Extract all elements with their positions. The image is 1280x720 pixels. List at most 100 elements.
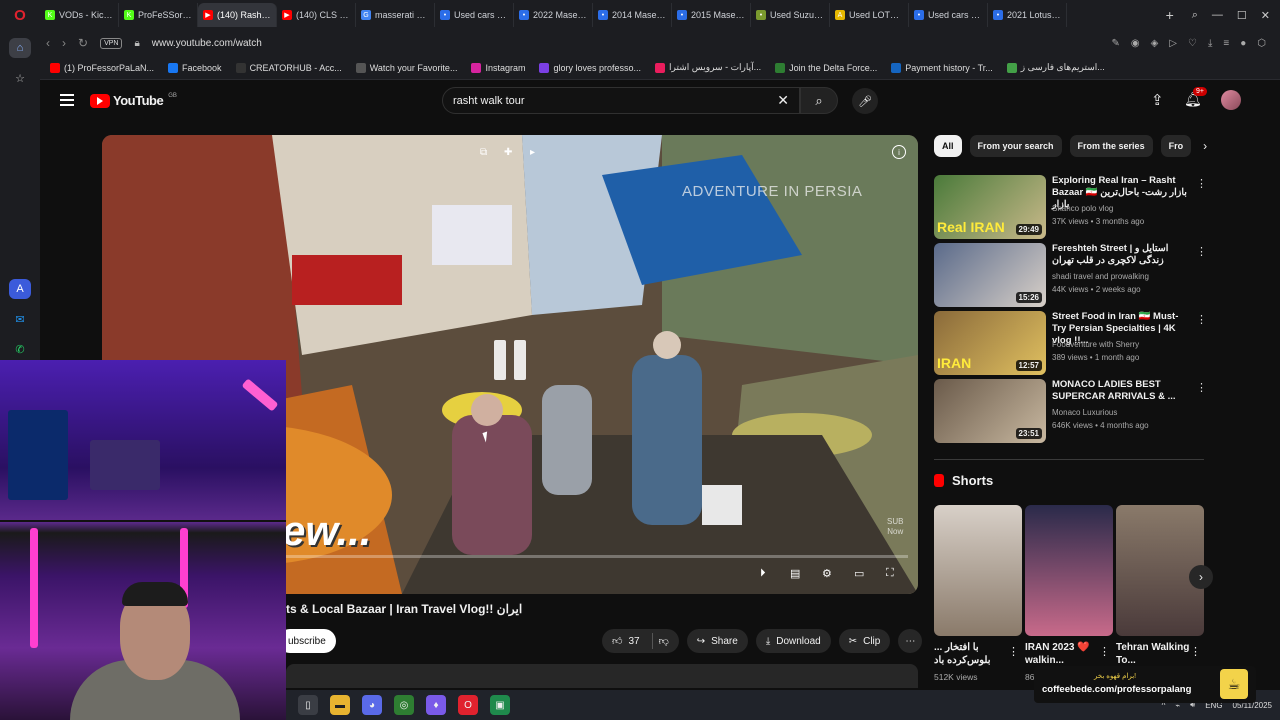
more-actions-button[interactable]: ⋯ [898, 629, 923, 653]
edit-icon[interactable]: ✎ [1111, 38, 1119, 49]
create-upload-icon[interactable]: ⇪ [1151, 91, 1164, 109]
search-box[interactable]: rasht walk tour ✕ [442, 87, 800, 114]
browser-tab[interactable]: • Used cars for sal [909, 3, 988, 27]
bookmark-item[interactable]: glory loves professo... [539, 62, 641, 73]
folder-icon[interactable]: ▬ [330, 695, 350, 715]
notifications-bell-icon[interactable]: 🔔︎ 9+ [1184, 87, 1207, 108]
opera-taskbar-icon[interactable]: O [458, 695, 478, 715]
more-options-icon[interactable]: ⋮ [1196, 381, 1207, 394]
browser-tab[interactable]: K VODs - Kick Dash [40, 3, 119, 27]
pause-icon[interactable] [494, 340, 528, 380]
autoplay-toggle[interactable]: ⏵ [760, 567, 766, 580]
short-title[interactable]: IRAN 2023 ❤️ walkin... [1025, 641, 1105, 667]
browser-tab[interactable]: ▶ (140) Rasht Walking T [198, 3, 277, 27]
close-window-button[interactable]: ✕ [1261, 9, 1270, 22]
search-button[interactable]: ⌕ [800, 87, 838, 114]
back-button[interactable]: ‹ [46, 36, 50, 50]
browser-tab[interactable]: • Used cars for sal [435, 3, 514, 27]
description-box[interactable] [286, 664, 918, 688]
fullscreen-icon[interactable]: ⛶ [886, 567, 894, 580]
subscribe-watermark[interactable]: SUB Now [887, 517, 903, 537]
browser-tab[interactable]: A Used LOTUS ELIS [830, 3, 909, 27]
short-more-icon[interactable]: ⋮ [1008, 645, 1019, 658]
video-thumbnail[interactable]: IRAN 12:57 [934, 311, 1046, 375]
download-button[interactable]: ⤓ Download [755, 629, 831, 653]
maximize-button[interactable]: ☐ [1237, 9, 1247, 22]
short-title[interactable]: با افتخار ... بلوس‌کرده باد [934, 641, 1014, 667]
autoplay-icon[interactable]: ✚ [504, 147, 512, 158]
browser-tab[interactable]: ▶ (140) CLS BANA [277, 3, 356, 27]
filter-chip[interactable]: From your search [969, 135, 1062, 157]
bookmark-item[interactable]: استریم‌های فارسی ز... [1006, 62, 1105, 73]
opera-logo-icon[interactable]: O [0, 0, 40, 30]
bookmark-item[interactable]: Watch your Favorite... [355, 62, 457, 73]
camera-icon[interactable]: ◉ [1131, 38, 1140, 49]
browser-tab[interactable]: • 2021 Lotus Elise [988, 3, 1067, 27]
video-thumbnail[interactable]: Real IRAN 29:49 [934, 175, 1046, 239]
account-avatar[interactable] [1221, 90, 1241, 110]
menu-icon[interactable]: ≡ [1223, 38, 1229, 49]
more-options-icon[interactable]: ⋮ [1196, 245, 1207, 258]
aria-icon[interactable]: A [9, 278, 31, 300]
download-icon[interactable]: ⤓ [1208, 38, 1212, 49]
bookmark-item[interactable]: Payment history - Tr... [891, 62, 993, 73]
thumbs-down-icon[interactable]: 👎︎ [659, 635, 669, 647]
heart-icon[interactable]: ♡ [1188, 38, 1197, 49]
settings-gear-icon[interactable]: ⚙ [822, 567, 832, 580]
cube-icon[interactable]: ⬡ [1257, 38, 1266, 49]
filter-chip[interactable]: All [934, 135, 962, 157]
profile-icon[interactable]: ● [1240, 38, 1246, 49]
shorts-next-button[interactable]: › [1189, 565, 1213, 589]
channel-name[interactable]: shadi travel and prowalking [1052, 272, 1149, 281]
bookmark-item[interactable]: Join the Delta Force... [775, 62, 877, 73]
video-thumbnail[interactable]: 15:26 [934, 243, 1046, 307]
chrome-icon[interactable]: ◎ [394, 695, 414, 715]
bookmark-item[interactable]: آپارات - سرویس اشترا... [655, 62, 761, 73]
browser-tab[interactable]: • 2015 Maserati G [672, 3, 751, 27]
info-icon[interactable]: i [892, 145, 906, 159]
short-title[interactable]: Tehran Walking To... [1116, 641, 1196, 667]
file-icon[interactable]: ▯ [298, 695, 318, 715]
browser-tab[interactable]: • 2022 Maserati M [514, 3, 593, 27]
bookmarks-star-icon[interactable]: ☆ [9, 68, 31, 88]
youtube-logo[interactable]: YouTube GB [90, 93, 177, 108]
subscribe-button[interactable]: ubscribe [278, 629, 336, 653]
short-thumbnail[interactable] [1025, 505, 1113, 636]
bookmark-item[interactable]: Facebook [168, 62, 222, 73]
recommended-title[interactable]: Fereshteh Street | استایل و زندگی لاکچری… [1052, 243, 1192, 267]
short-more-icon[interactable]: ⋮ [1190, 645, 1201, 658]
channel-name[interactable]: Foodventure with Sherry [1052, 340, 1139, 349]
theater-mode-icon[interactable]: ▭ [854, 567, 864, 580]
more-options-icon[interactable]: ⋮ [1196, 313, 1207, 326]
recommended-video[interactable]: 15:26 Fereshteh Street | استایل و زندگی ل… [934, 243, 1207, 307]
recommended-video[interactable]: 23:51 MONACO LADIES BEST SUPERCAR ARRIVAL… [934, 379, 1207, 443]
hamburger-menu-icon[interactable] [60, 94, 74, 106]
clear-search-icon[interactable]: ✕ [777, 92, 789, 109]
vpn-badge[interactable]: VPN [100, 37, 123, 49]
filter-chip[interactable]: Fro [1160, 135, 1192, 157]
channel-name[interactable]: Shanco polo vlog [1052, 204, 1113, 213]
recommended-video[interactable]: Real IRAN 29:49 Exploring Real Iran – Rash… [934, 175, 1207, 239]
shield-icon[interactable]: ◈ [1151, 38, 1159, 49]
voice-search-icon[interactable]: 🎤︎ [852, 88, 878, 114]
browser-tab[interactable]: Gmasserati 2015 - [356, 3, 435, 27]
home-icon[interactable]: ⌂ [9, 38, 31, 59]
short-more-icon[interactable]: ⋮ [1099, 645, 1110, 658]
more-options-icon[interactable]: ⋮ [1196, 177, 1207, 190]
browser-tab[interactable]: K ProFeSSorPaLaN [119, 3, 198, 27]
streaming-app-icon[interactable]: ▣ [490, 695, 510, 715]
minimize-button[interactable]: — [1212, 9, 1223, 21]
new-tab-button[interactable]: + [1158, 7, 1182, 23]
messenger-icon[interactable]: ✉ [9, 309, 31, 329]
chips-next-icon[interactable]: › [1203, 139, 1207, 153]
bookmark-item[interactable]: (1) ProFessorPaLaN... [50, 62, 154, 73]
play-icon[interactable]: ▷ [1169, 38, 1177, 49]
miniplayer-icon[interactable]: ⧉ [480, 147, 487, 158]
browser-tab[interactable]: • Used Suzuki Cars [751, 3, 830, 27]
video-thumbnail[interactable]: 23:51 [934, 379, 1046, 443]
subtitles-icon[interactable]: ▤ [790, 567, 800, 580]
reload-button[interactable]: ↻ [78, 36, 88, 50]
whatsapp-icon[interactable]: ✆ [9, 340, 31, 360]
filter-chip[interactable]: From the series [1069, 135, 1153, 157]
browser-tab[interactable]: • 2014 Maserati G [593, 3, 672, 27]
